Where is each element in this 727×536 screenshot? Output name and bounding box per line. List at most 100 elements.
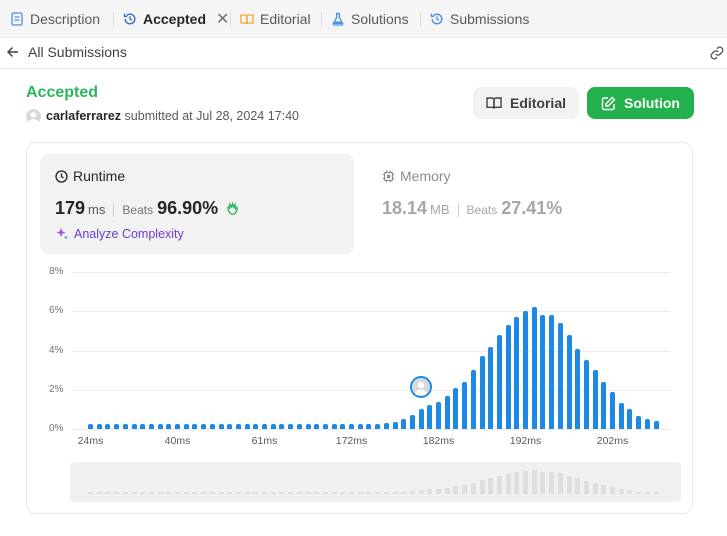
chart-bar[interactable] [262, 424, 267, 429]
chart-bar[interactable] [227, 424, 233, 429]
chart-bar[interactable] [201, 424, 207, 429]
chart-bar[interactable] [122, 424, 128, 429]
chart-bar[interactable] [470, 370, 476, 429]
tab-editorial[interactable]: Editorial [240, 0, 311, 37]
tab-solutions-label: Solutions [351, 10, 409, 27]
chart-bar[interactable] [427, 405, 433, 429]
chart-bar[interactable] [114, 424, 120, 429]
chart-bar[interactable] [131, 424, 137, 429]
chart-bar[interactable] [209, 424, 215, 429]
chart-bar[interactable] [88, 424, 93, 429]
chart-bar[interactable] [253, 424, 259, 429]
chart-bar[interactable] [653, 421, 659, 429]
chart-bar[interactable] [148, 424, 154, 429]
chart-bar[interactable] [192, 424, 198, 429]
history-icon [123, 13, 136, 24]
chart-gridline [72, 272, 670, 273]
chart-bar[interactable] [549, 315, 555, 429]
chart-bar[interactable] [566, 334, 572, 429]
chart-bar[interactable] [166, 424, 172, 429]
brush-bar [218, 492, 224, 494]
chart-bar[interactable] [157, 424, 163, 429]
chart-bar[interactable] [488, 346, 494, 429]
chart-bar[interactable] [235, 424, 241, 429]
chart-bar[interactable] [383, 423, 389, 429]
chart-bar[interactable] [514, 317, 520, 429]
link-icon[interactable] [709, 45, 725, 61]
brush-bar [592, 482, 598, 494]
chart-bar[interactable] [96, 424, 102, 429]
tab-submissions[interactable]: Submissions [430, 0, 529, 37]
chart-bar[interactable] [531, 307, 537, 429]
chart-bar[interactable] [175, 424, 180, 429]
brush-bar [444, 487, 450, 494]
runtime-unit: ms [88, 202, 106, 217]
chart-bar[interactable] [244, 424, 250, 429]
chart-range-brush[interactable] [70, 462, 681, 502]
chart-bar[interactable] [540, 315, 546, 429]
all-submissions-link[interactable]: All Submissions [28, 44, 127, 60]
chart-bar[interactable] [575, 348, 581, 429]
avatar[interactable] [26, 109, 41, 124]
chart-bar[interactable] [557, 323, 563, 429]
chart-bar[interactable] [601, 381, 607, 429]
chart-bar[interactable] [462, 381, 468, 429]
chart-bar[interactable] [479, 356, 485, 429]
chart-bar[interactable] [610, 391, 615, 429]
chart-bar[interactable] [636, 416, 642, 429]
brush-bar [279, 492, 285, 494]
chart-bar[interactable] [644, 419, 650, 429]
chart-bar[interactable] [366, 424, 372, 429]
chart-bar[interactable] [392, 422, 398, 429]
chart-bar[interactable] [523, 311, 528, 429]
chart-bar[interactable] [331, 424, 337, 429]
chart-bar[interactable] [105, 424, 111, 429]
chart-bar[interactable] [305, 424, 311, 429]
chart-bar[interactable] [618, 403, 624, 429]
solution-button[interactable]: Solution [587, 87, 694, 119]
chart-bar[interactable] [349, 424, 354, 429]
editorial-button[interactable]: Editorial [473, 87, 579, 119]
runtime-value: 179 [55, 198, 86, 218]
chart-bar[interactable] [505, 324, 511, 429]
brush-bar [227, 492, 233, 494]
chart-bar[interactable] [627, 409, 633, 429]
tab-accepted[interactable]: Accepted ✕ [123, 0, 229, 37]
chart-bar[interactable] [375, 424, 381, 429]
chart-bar[interactable] [314, 424, 320, 429]
tab-solutions[interactable]: Solutions [331, 0, 409, 37]
book-icon [486, 97, 502, 109]
chart-bar[interactable] [418, 409, 424, 429]
analyze-complexity-link[interactable]: Analyze Complexity [55, 227, 184, 241]
brush-bar [496, 475, 502, 494]
chart-bar[interactable] [340, 424, 346, 429]
chart-gridline [72, 350, 670, 352]
chart-bar[interactable] [592, 370, 598, 429]
chart-bar[interactable] [401, 419, 407, 429]
chart-bar[interactable] [444, 395, 450, 429]
chart-bar[interactable] [288, 424, 294, 429]
arrow-left-icon[interactable] [6, 45, 20, 59]
memory-title[interactable]: Memory [382, 168, 451, 184]
chart-bar[interactable] [270, 424, 276, 429]
brush-bar [514, 472, 520, 494]
tab-description[interactable]: Description [10, 0, 100, 37]
chart-bar[interactable] [436, 401, 441, 429]
chart-bar[interactable] [218, 424, 224, 429]
username-link[interactable]: carlaferrarez [46, 109, 121, 123]
chart-bar[interactable] [583, 360, 589, 429]
chart-bar[interactable] [296, 424, 302, 429]
chart-bar[interactable] [140, 424, 146, 429]
brush-bar [357, 492, 363, 494]
chart-bar[interactable] [453, 387, 459, 429]
chart-bar[interactable] [183, 424, 189, 429]
chart-bar[interactable] [409, 415, 415, 429]
chart-bar[interactable] [279, 424, 285, 429]
chart-bar[interactable] [322, 424, 328, 429]
chart-bar[interactable] [496, 334, 502, 429]
chart-bar[interactable] [357, 424, 363, 429]
brush-bar [627, 490, 633, 494]
brush-bar [114, 492, 120, 494]
sparkle-icon [56, 228, 68, 240]
close-icon[interactable]: ✕ [216, 9, 229, 29]
